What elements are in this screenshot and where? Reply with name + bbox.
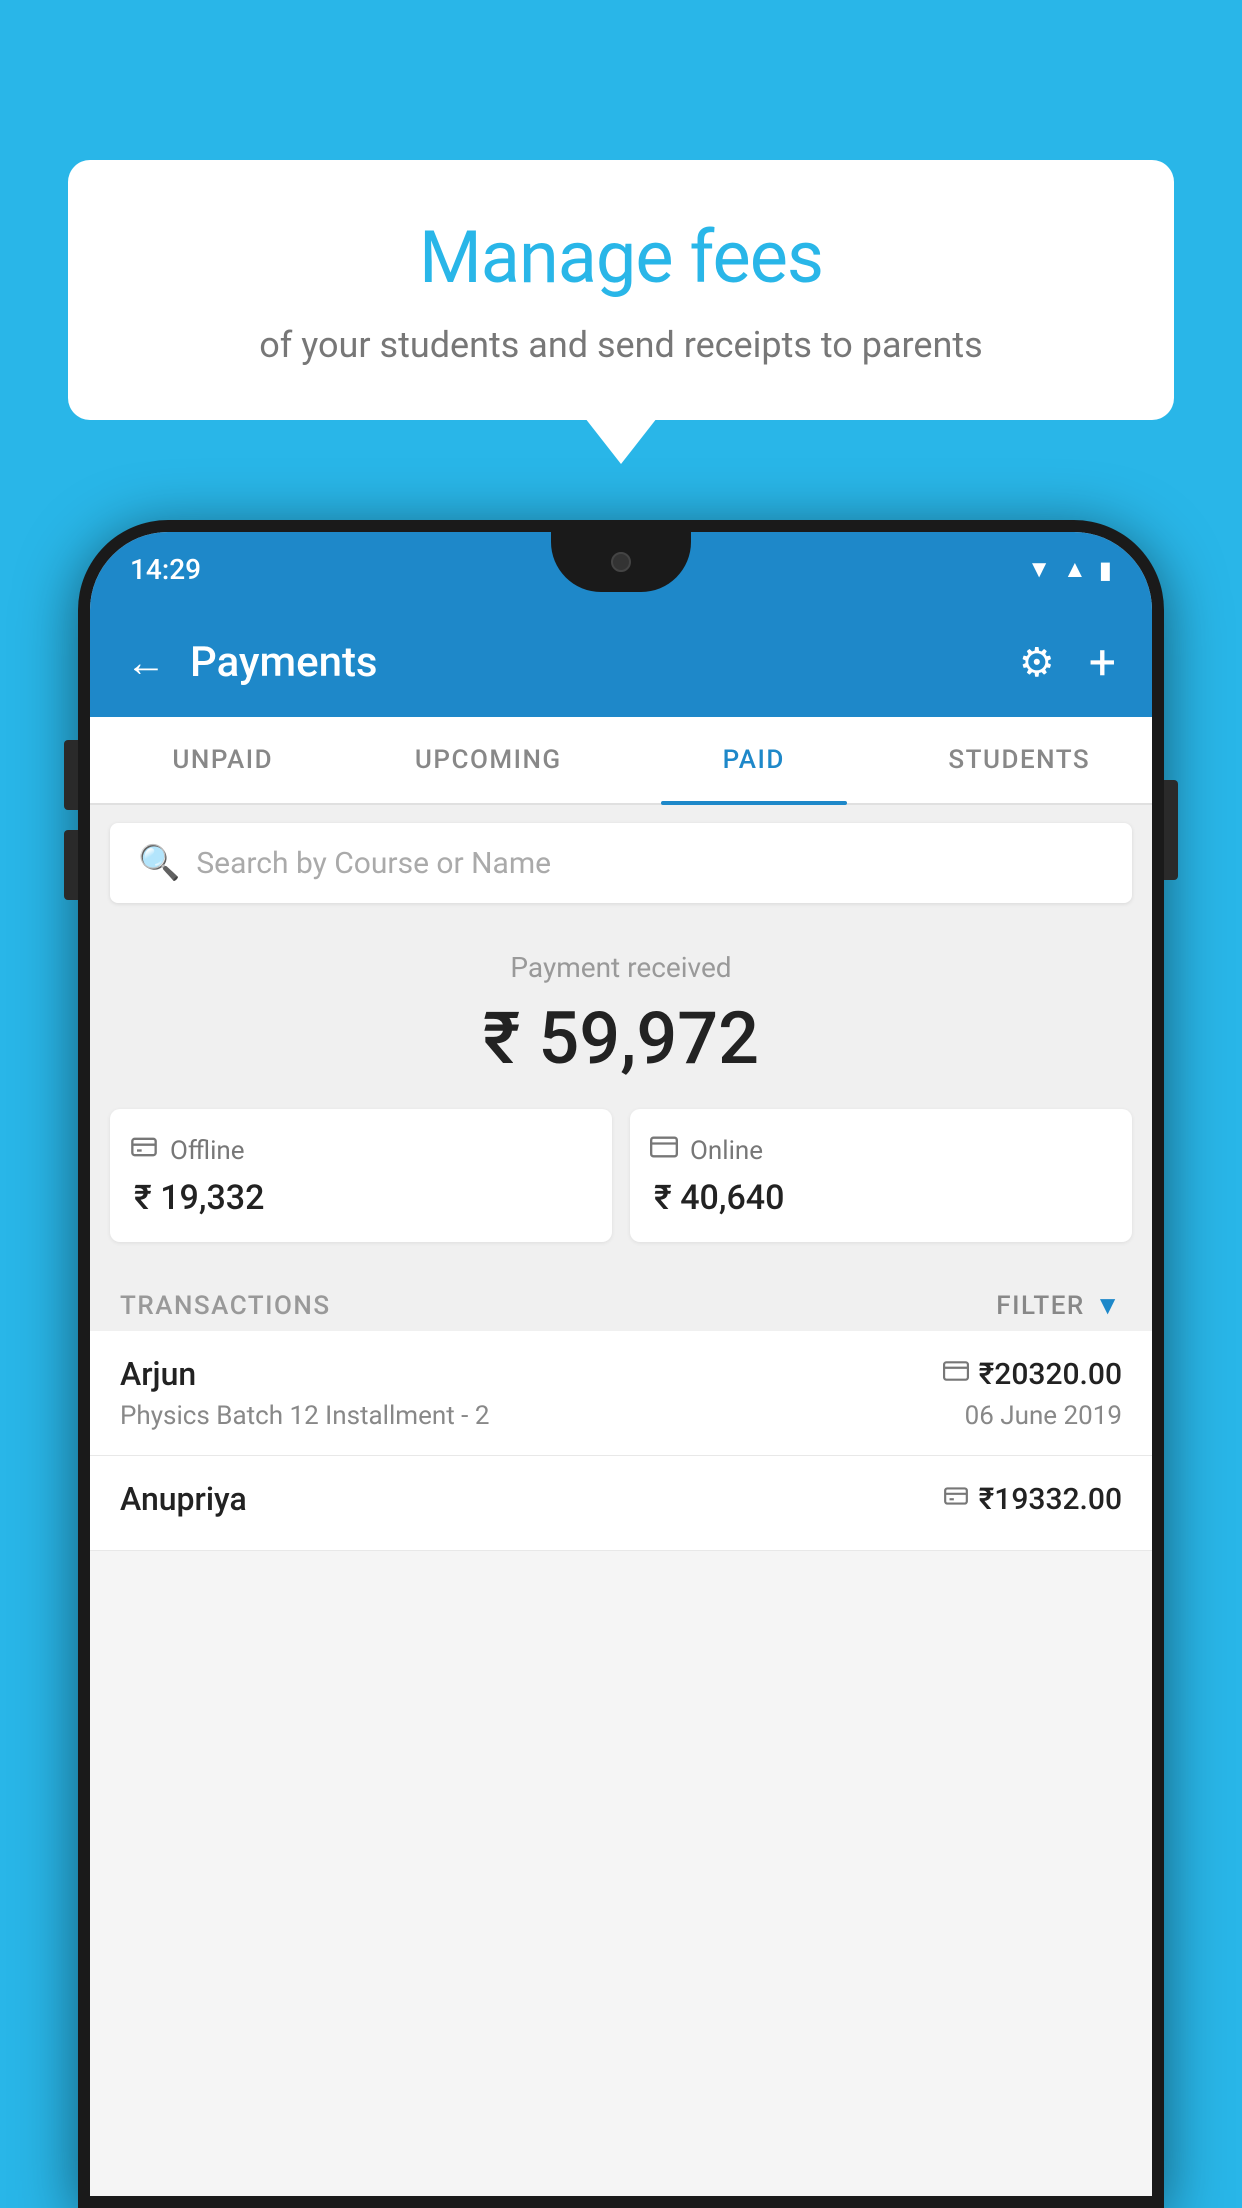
search-input[interactable]: Search by Course or Name xyxy=(196,846,551,881)
transaction-list: Arjun ₹20320.00 Physics xyxy=(90,1331,1152,1551)
transaction-amount: ₹19332.00 xyxy=(979,1482,1122,1517)
search-bar[interactable]: 🔍 Search by Course or Name xyxy=(110,823,1132,903)
background: Manage fees of your students and send re… xyxy=(0,0,1242,2208)
offline-payment-card: Offline ₹ 19,332 xyxy=(110,1109,612,1242)
transaction-amount-row: ₹20320.00 xyxy=(943,1357,1122,1392)
transaction-payment-icon xyxy=(943,1358,969,1391)
notch xyxy=(551,532,691,592)
page-title: Payments xyxy=(190,638,995,687)
settings-icon[interactable]: ⚙ xyxy=(1019,639,1055,686)
speech-bubble: Manage fees of your students and send re… xyxy=(68,160,1174,420)
filter-icon: ▼ xyxy=(1095,1290,1122,1321)
add-button[interactable]: + xyxy=(1089,634,1116,691)
payment-cards: Offline ₹ 19,332 xyxy=(110,1109,1132,1242)
status-icons: ▼ ▲ ▮ xyxy=(1027,555,1112,584)
tab-paid[interactable]: PAID xyxy=(621,717,887,803)
online-payment-card: Online ₹ 40,640 xyxy=(630,1109,1132,1242)
filter-label: FILTER xyxy=(996,1291,1084,1321)
volume-up-button xyxy=(64,740,78,810)
search-container: 🔍 Search by Course or Name xyxy=(90,805,1152,921)
speech-bubble-title: Manage fees xyxy=(128,215,1114,300)
offline-payment-icon xyxy=(130,1133,158,1168)
status-bar: 14:29 ▼ ▲ ▮ xyxy=(90,532,1152,607)
phone-frame: 14:29 ▼ ▲ ▮ ← Payments ⚙ + U xyxy=(78,520,1164,2208)
power-button xyxy=(1164,780,1178,880)
transaction-date: 06 June 2019 xyxy=(965,1401,1122,1431)
search-icon: 🔍 xyxy=(138,843,180,883)
online-amount: ₹ 40,640 xyxy=(650,1178,784,1218)
payment-total-amount: ₹ 59,972 xyxy=(110,996,1132,1081)
phone-screen: 14:29 ▼ ▲ ▮ ← Payments ⚙ + U xyxy=(90,532,1152,2196)
tab-bar: UNPAID UPCOMING PAID STUDENTS xyxy=(90,717,1152,805)
tab-unpaid[interactable]: UNPAID xyxy=(90,717,356,803)
filter-button[interactable]: FILTER ▼ xyxy=(996,1290,1122,1321)
payment-label: Payment received xyxy=(110,951,1132,984)
online-payment-icon xyxy=(650,1133,678,1168)
speech-bubble-subtitle: of your students and send receipts to pa… xyxy=(128,320,1114,370)
transaction-item[interactable]: Arjun ₹20320.00 Physics xyxy=(90,1331,1152,1456)
offline-label: Offline xyxy=(170,1136,245,1166)
status-time: 14:29 xyxy=(130,553,201,586)
volume-down-button xyxy=(64,830,78,900)
transactions-label: TRANSACTIONS xyxy=(120,1291,331,1321)
transaction-name: Arjun xyxy=(120,1355,196,1393)
transaction-name: Anupriya xyxy=(120,1480,247,1518)
transaction-item[interactable]: Anupriya ₹19332.00 xyxy=(90,1456,1152,1551)
transaction-amount: ₹20320.00 xyxy=(979,1357,1122,1392)
transaction-course: Physics Batch 12 Installment - 2 xyxy=(120,1401,489,1431)
tab-students[interactable]: STUDENTS xyxy=(887,717,1153,803)
camera xyxy=(611,552,631,572)
battery-icon: ▮ xyxy=(1099,556,1112,584)
payment-summary: Payment received ₹ 59,972 xyxy=(90,921,1152,1272)
online-label: Online xyxy=(690,1136,763,1166)
app-header: ← Payments ⚙ + xyxy=(90,607,1152,717)
transaction-amount-row: ₹19332.00 xyxy=(943,1482,1122,1517)
back-button[interactable]: ← xyxy=(126,639,166,686)
offline-amount: ₹ 19,332 xyxy=(130,1178,264,1218)
transactions-header: TRANSACTIONS FILTER ▼ xyxy=(90,1272,1152,1331)
wifi-icon: ▼ xyxy=(1027,555,1051,584)
tab-upcoming[interactable]: UPCOMING xyxy=(356,717,622,803)
transaction-payment-icon xyxy=(943,1483,969,1516)
signal-icon: ▲ xyxy=(1063,555,1087,584)
